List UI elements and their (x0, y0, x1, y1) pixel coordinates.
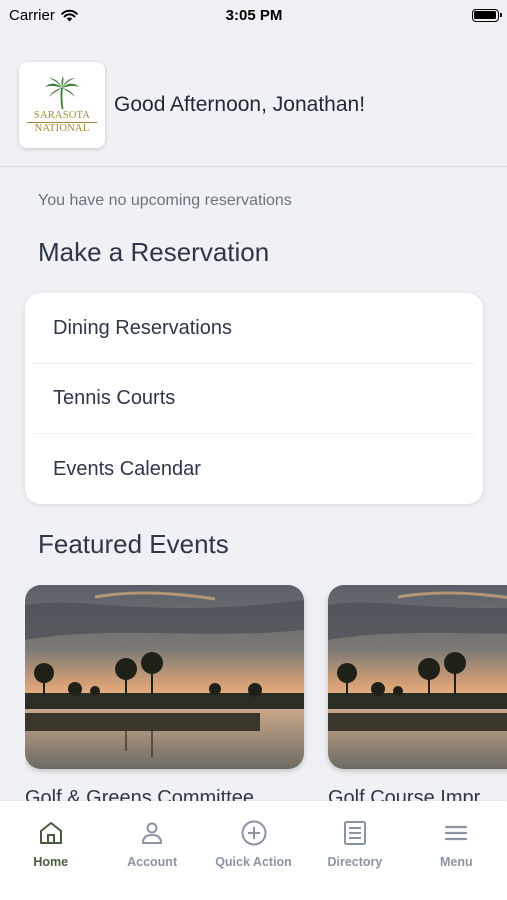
tab-account-label: Account (127, 855, 178, 869)
event-image[interactable] (328, 585, 507, 769)
tab-account[interactable]: Account (101, 801, 202, 900)
tab-directory[interactable]: Directory (304, 801, 405, 900)
clock: 3:05 PM (225, 6, 283, 24)
event-card[interactable]: Golf Course Impr (328, 585, 507, 805)
tab-quick-action-label: Quick Action (215, 855, 292, 869)
tab-home[interactable]: Home (0, 801, 101, 900)
person-icon (142, 822, 163, 844)
menu-icon (445, 825, 468, 841)
tab-menu[interactable]: Menu (406, 801, 507, 900)
directory-icon (343, 821, 366, 845)
tennis-courts-item[interactable]: Tennis Courts (25, 364, 483, 435)
event-card[interactable]: Golf & Greens Committee (25, 585, 304, 805)
make-reservation-title: Make a Reservation (38, 237, 270, 267)
bottom-tab-bar: Home Account Quick Action Directory Menu (0, 801, 507, 900)
no-reservations-message: You have no upcoming reservations (38, 192, 292, 209)
carrier-label: Carrier (9, 6, 55, 24)
wifi-icon (61, 9, 78, 21)
event-image[interactable] (25, 585, 304, 769)
featured-events-title: Featured Events (38, 529, 229, 559)
reservation-options-card: Dining Reservations Tennis Courts Events… (25, 293, 483, 504)
events-calendar-item[interactable]: Events Calendar (25, 434, 483, 504)
tab-home-label: Home (33, 855, 69, 869)
tab-quick-action[interactable]: Quick Action (203, 801, 304, 900)
featured-events-carousel[interactable]: Golf & Greens Committee Golf Course Impr (25, 585, 507, 805)
header-divider (0, 166, 507, 167)
tab-menu-label: Menu (440, 855, 473, 869)
club-logo: SARASOTA NATIONAL (19, 62, 105, 148)
tab-directory-label: Directory (327, 855, 383, 869)
plus-circle-icon (241, 820, 267, 846)
logo-text: SARASOTA NATIONAL (27, 110, 97, 134)
greeting-text: Good Afternoon, Jonathan! (114, 93, 366, 116)
greeting-header: SARASOTA NATIONAL Good Afternoon, Jonath… (19, 62, 507, 148)
battery-icon (471, 8, 502, 22)
palm-tree-icon (45, 76, 79, 110)
home-icon (39, 822, 62, 844)
dining-reservations-item[interactable]: Dining Reservations (25, 293, 483, 364)
status-bar: Carrier 3:05 PM (0, 0, 507, 30)
